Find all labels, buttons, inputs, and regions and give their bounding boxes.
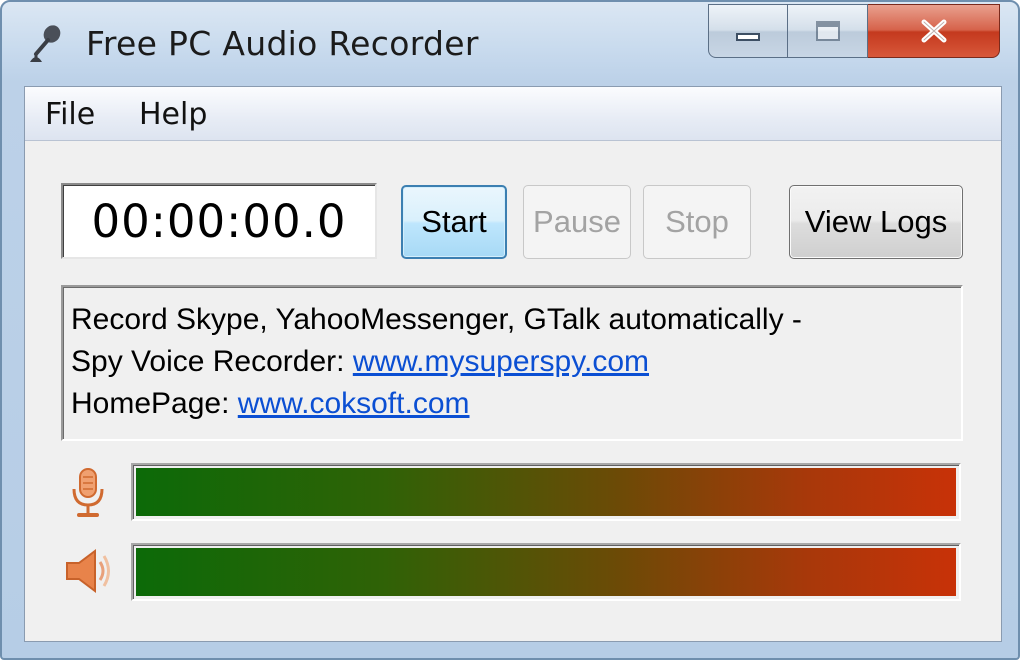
app-window: Free PC Audio Recorder File Help 00:00:0… [0, 0, 1020, 660]
stop-button[interactable]: Stop [643, 185, 751, 259]
speaker-level-meter [131, 543, 961, 601]
menu-file[interactable]: File [45, 97, 95, 132]
spy-label: Spy Voice Recorder: [71, 345, 353, 378]
menu-help[interactable]: Help [139, 97, 207, 132]
homepage-link[interactable]: www.coksoft.com [238, 387, 470, 420]
info-panel: Record Skype, YahooMessenger, GTalk auto… [61, 285, 963, 441]
caption-buttons [708, 4, 1000, 58]
spy-recorder-link[interactable]: www.mysuperspy.com [353, 345, 649, 378]
speaker-icon [66, 549, 110, 593]
title-bar[interactable]: Free PC Audio Recorder [2, 2, 1018, 86]
elapsed-time-display: 00:00:00.0 [61, 183, 377, 259]
info-line-promo: Record Skype, YahooMessenger, GTalk auto… [71, 303, 802, 336]
minimize-button[interactable] [708, 4, 788, 58]
pause-button[interactable]: Pause [523, 185, 631, 259]
microphone-level-fill [136, 468, 956, 516]
client-area: File Help 00:00:00.0 Start Pause Stop Vi… [24, 86, 1002, 642]
microphone-icon [30, 25, 61, 62]
close-icon [921, 19, 946, 43]
minimize-icon [736, 33, 760, 41]
start-button[interactable]: Start [401, 185, 507, 259]
menu-bar: File Help [25, 87, 1001, 141]
info-line-homepage: HomePage: www.coksoft.com [71, 383, 961, 425]
info-line-spy: Spy Voice Recorder: www.mysuperspy.com [71, 341, 961, 383]
maximize-icon [815, 21, 840, 41]
speaker-level-fill [136, 548, 956, 596]
window-title: Free PC Audio Recorder [86, 24, 479, 63]
view-logs-button[interactable]: View Logs [789, 185, 963, 259]
maximize-button[interactable] [788, 4, 868, 58]
microphone-level-meter [131, 463, 961, 521]
microphone-level-icon [72, 468, 104, 517]
homepage-label: HomePage: [71, 387, 238, 420]
close-button[interactable] [868, 4, 1000, 58]
